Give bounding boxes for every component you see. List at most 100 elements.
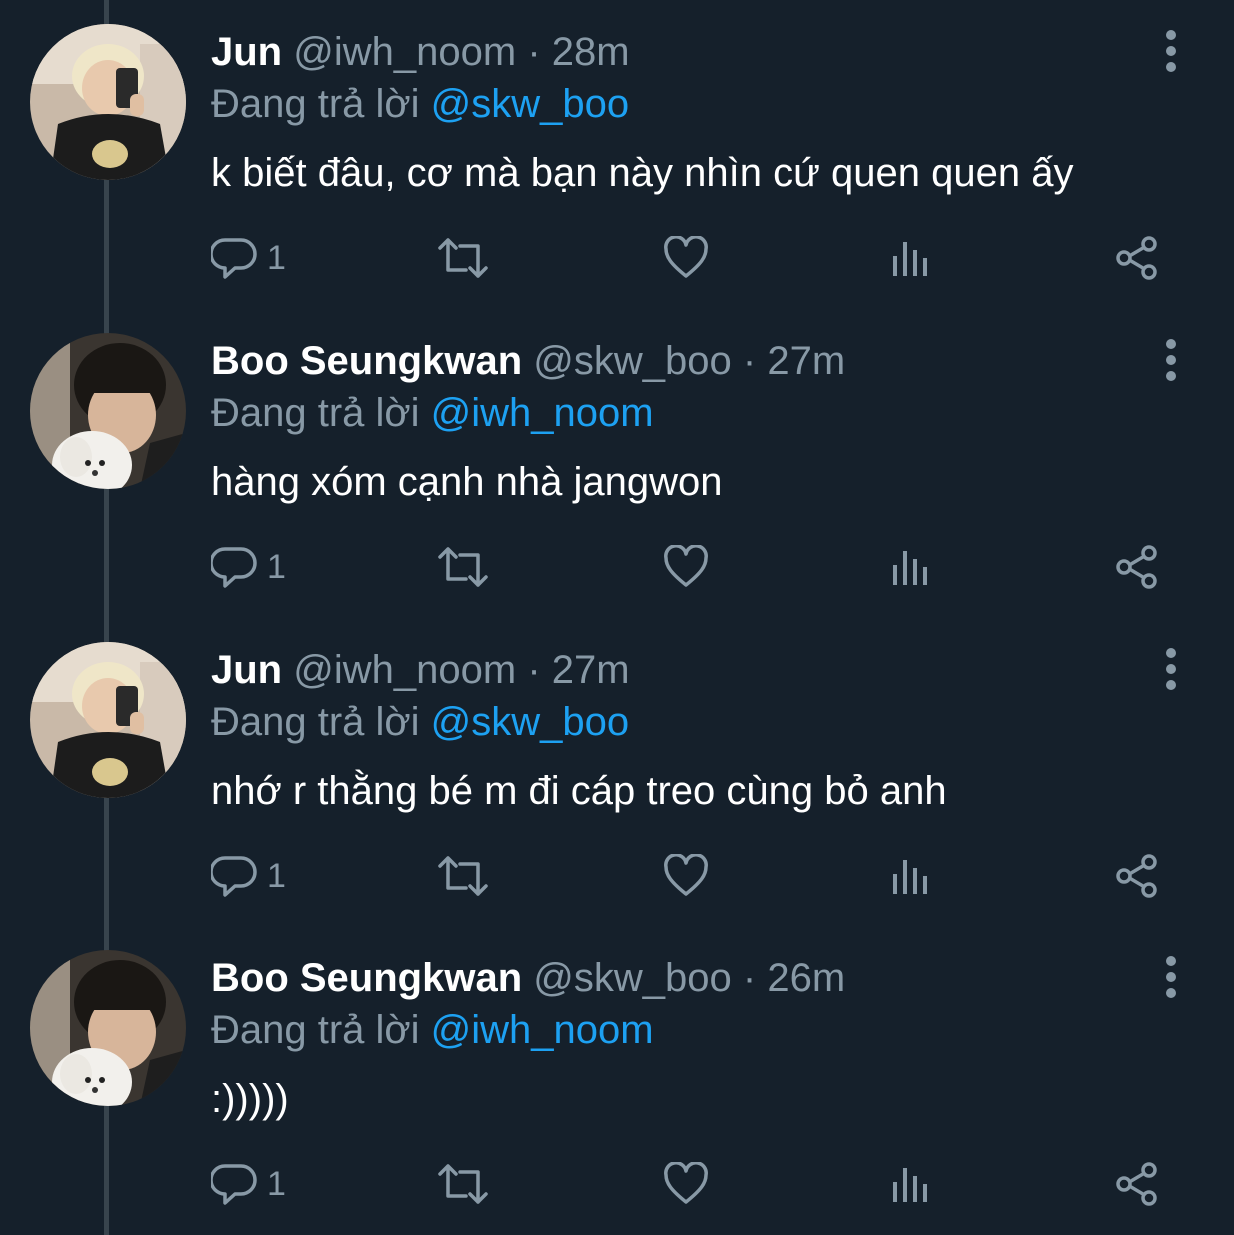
tweet[interactable]: Jun @iwh_noom · 28m Đang trả lời @skw_bo… (0, 0, 1234, 309)
tweet-actions: 1 (211, 542, 1171, 592)
retweet-button[interactable] (436, 542, 490, 592)
author-handle[interactable]: @iwh_noom (293, 648, 516, 692)
share-icon (1116, 854, 1157, 898)
reply-count: 1 (267, 856, 286, 895)
more-vertical-icon[interactable] (1156, 337, 1186, 383)
share-button[interactable] (1114, 1159, 1160, 1209)
tweet[interactable]: Boo Seungkwan @skw_boo · 26m Đang trả lờ… (0, 926, 1234, 1235)
tweet[interactable]: Boo Seungkwan @skw_boo · 27m Đang trả lờ… (0, 309, 1234, 618)
analytics-icon (893, 1168, 927, 1202)
share-button[interactable] (1114, 542, 1160, 592)
tweet-header: Jun @iwh_noom · 28m (211, 28, 630, 76)
author-handle[interactable]: @iwh_noom (293, 30, 516, 74)
retweet-icon (438, 547, 488, 587)
heart-icon (664, 236, 708, 278)
reply-icon (211, 238, 257, 279)
replying-to-mention[interactable]: @skw_boo (431, 82, 629, 126)
tweet-time[interactable]: 26m (767, 956, 845, 1000)
replying-to-label: Đang trả lời (211, 700, 420, 744)
heart-icon (664, 1162, 708, 1204)
separator-dot: · (742, 339, 757, 383)
replying-to-label: Đang trả lời (211, 391, 420, 435)
analytics-button[interactable] (891, 1159, 931, 1209)
tweet-actions: 1 (211, 1159, 1171, 1209)
more-vertical-icon[interactable] (1156, 954, 1186, 1000)
retweet-icon (438, 856, 488, 896)
replying-to-label: Đang trả lời (211, 1008, 420, 1052)
tweet-text: k biết đâu, cơ mà bạn này nhìn cứ quen q… (211, 151, 1074, 195)
author-name[interactable]: Jun (211, 30, 282, 74)
replying-to-label: Đang trả lời (211, 82, 420, 126)
analytics-icon (893, 242, 927, 276)
more-vertical-icon[interactable] (1156, 28, 1186, 74)
avatar[interactable] (30, 950, 186, 1106)
like-button[interactable] (663, 1159, 709, 1209)
analytics-icon (893, 860, 927, 894)
replying-to-mention[interactable]: @skw_boo (431, 700, 629, 744)
retweet-button[interactable] (436, 851, 490, 901)
replying-to-mention[interactable]: @iwh_noom (431, 1008, 654, 1052)
tweet-time[interactable]: 28m (552, 30, 630, 74)
retweet-icon (438, 1164, 488, 1204)
tweet[interactable]: Jun @iwh_noom · 27m Đang trả lời @skw_bo… (0, 618, 1234, 927)
tweet-thread: Jun @iwh_noom · 28m Đang trả lời @skw_bo… (0, 0, 1234, 1235)
tweet-text: :))))) (211, 1077, 289, 1121)
reply-count: 1 (267, 1164, 286, 1203)
replying-to-line: Đang trả lời @skw_boo (211, 698, 629, 746)
tweet-actions: 1 (211, 851, 1171, 901)
share-button[interactable] (1114, 233, 1160, 283)
avatar[interactable] (30, 642, 186, 798)
analytics-button[interactable] (891, 851, 931, 901)
more-vertical-icon[interactable] (1156, 646, 1186, 692)
retweet-button[interactable] (436, 233, 490, 283)
replying-to-line: Đang trả lời @iwh_noom (211, 389, 654, 437)
like-button[interactable] (663, 233, 709, 283)
retweet-icon (438, 238, 488, 278)
reply-button[interactable]: 1 (211, 1159, 286, 1209)
separator-dot: · (527, 30, 541, 74)
tweet-time[interactable]: 27m (767, 339, 845, 383)
reply-button[interactable]: 1 (211, 233, 286, 283)
share-icon (1116, 236, 1157, 280)
retweet-button[interactable] (436, 1159, 490, 1209)
tweet-time[interactable]: 27m (552, 648, 630, 692)
analytics-button[interactable] (891, 233, 931, 283)
author-handle[interactable]: @skw_boo (533, 339, 731, 383)
author-name[interactable]: Boo Seungkwan (211, 339, 522, 383)
heart-icon (664, 545, 708, 587)
replying-to-line: Đang trả lời @iwh_noom (211, 1006, 654, 1054)
author-name[interactable]: Jun (211, 648, 282, 692)
tweet-header: Boo Seungkwan @skw_boo · 27m (211, 337, 845, 385)
reply-icon (211, 856, 257, 897)
separator-dot: · (742, 956, 757, 1000)
reply-count: 1 (267, 238, 286, 277)
tweet-header: Jun @iwh_noom · 27m (211, 646, 630, 694)
tweet-text: nhớ r thằng bé m đi cáp treo cùng bỏ anh (211, 769, 947, 813)
replying-to-line: Đang trả lời @skw_boo (211, 80, 629, 128)
author-name[interactable]: Boo Seungkwan (211, 956, 522, 1000)
replying-to-mention[interactable]: @iwh_noom (431, 391, 654, 435)
like-button[interactable] (663, 542, 709, 592)
reply-icon (211, 1164, 257, 1205)
analytics-button[interactable] (891, 542, 931, 592)
share-button[interactable] (1114, 851, 1160, 901)
tweet-text: hàng xóm cạnh nhà jangwon (211, 460, 723, 504)
reply-count: 1 (267, 547, 286, 586)
share-icon (1116, 545, 1157, 589)
avatar[interactable] (30, 333, 186, 489)
tweet-header: Boo Seungkwan @skw_boo · 26m (211, 954, 845, 1002)
reply-button[interactable]: 1 (211, 542, 286, 592)
author-handle[interactable]: @skw_boo (533, 956, 731, 1000)
like-button[interactable] (663, 851, 709, 901)
avatar[interactable] (30, 24, 186, 180)
man-with-white-dog-avatar (30, 333, 186, 489)
selfie-blond-avatar (30, 24, 186, 180)
man-with-white-dog-avatar (30, 950, 186, 1106)
separator-dot: · (527, 648, 541, 692)
analytics-icon (893, 551, 927, 585)
reply-button[interactable]: 1 (211, 851, 286, 901)
reply-icon (211, 547, 257, 588)
heart-icon (664, 854, 708, 896)
selfie-blond-avatar (30, 642, 186, 798)
tweet-actions: 1 (211, 233, 1171, 283)
